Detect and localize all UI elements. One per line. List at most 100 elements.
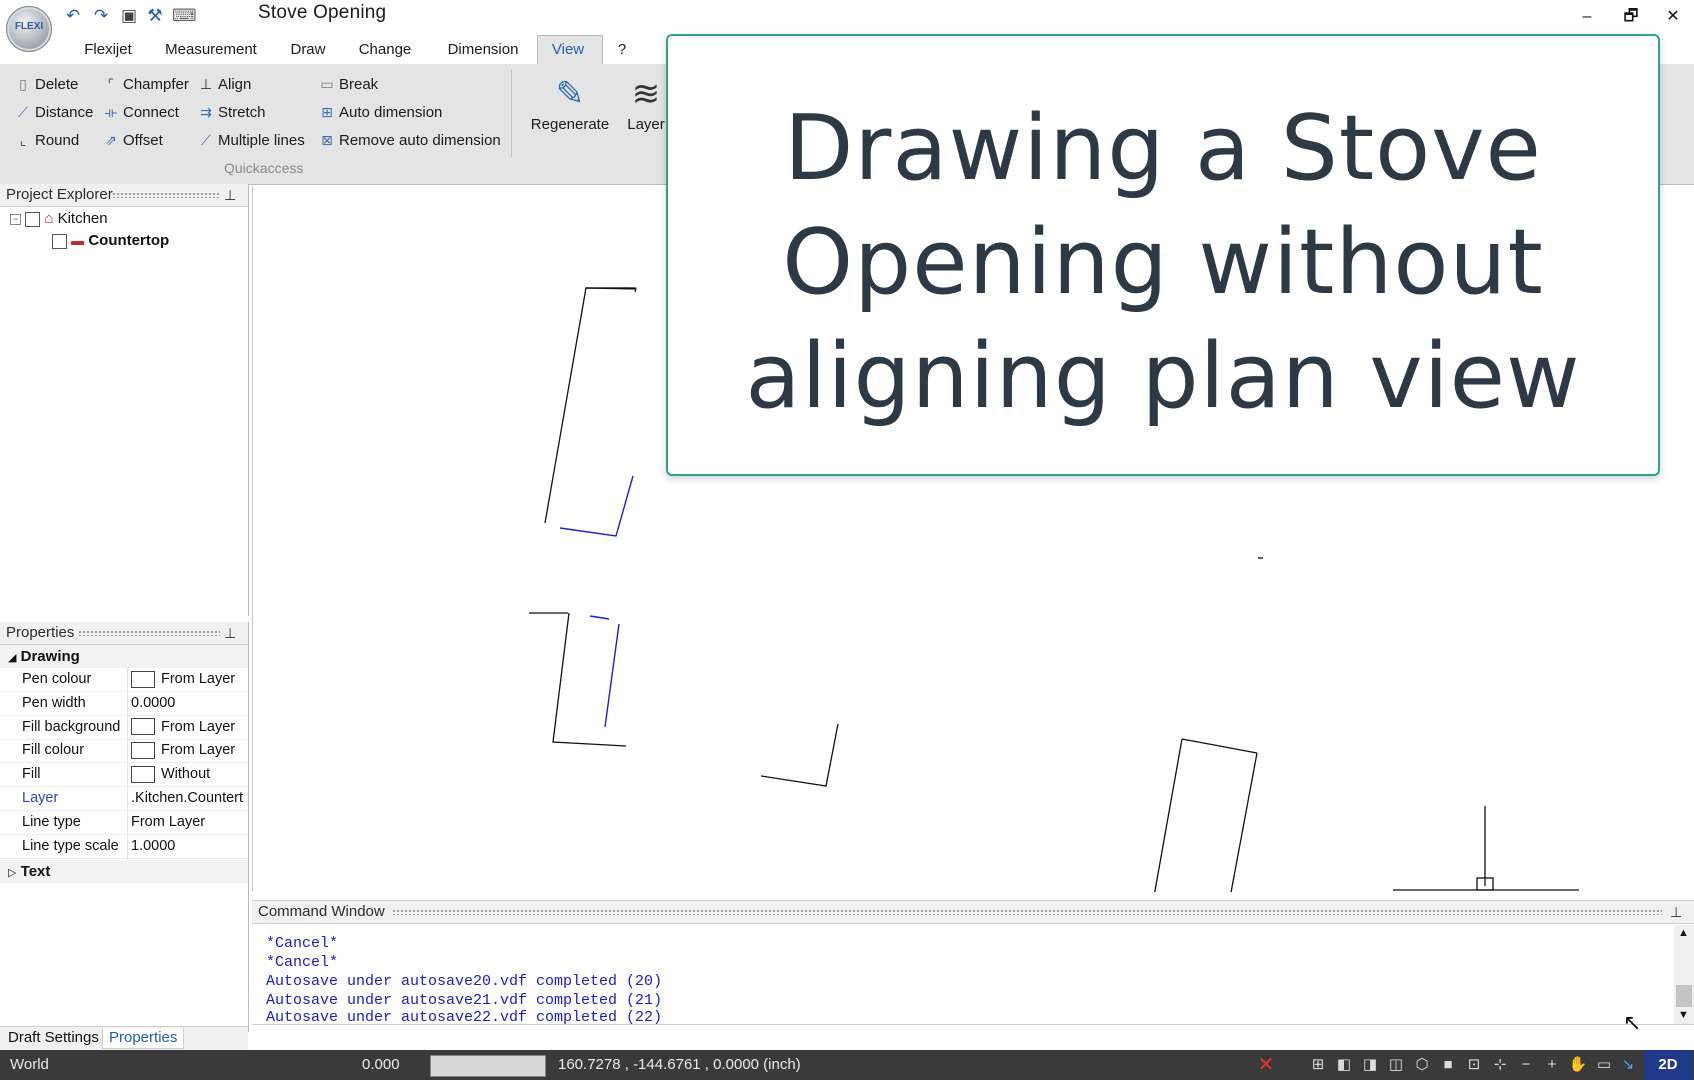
progress-field [430, 1055, 546, 1077]
mode-2d-button[interactable]: 2D [1644, 1050, 1692, 1080]
property-value[interactable]: From Layer [127, 668, 251, 691]
view-back-icon[interactable]: ◫ [1386, 1055, 1406, 1075]
house-icon: ⌂ [44, 210, 54, 227]
offset-button[interactable]: ⇗ Offset [102, 128, 163, 152]
auto-dimension-button[interactable]: ⊞ Auto dimension [318, 100, 442, 124]
zoom-window-icon[interactable]: ⊹ [1490, 1055, 1510, 1075]
pin-icon[interactable]: ⊥ [1670, 901, 1682, 923]
tab-draft-settings[interactable]: Draft Settings [2, 1028, 105, 1048]
tab-properties[interactable]: Properties [102, 1028, 185, 1049]
property-value[interactable]: From Layer [127, 715, 251, 739]
tab-flexijet[interactable]: Flexijet [82, 36, 134, 64]
delete-button[interactable]: ▯ Delete [14, 72, 78, 96]
close-button[interactable]: ✕ [1658, 6, 1688, 28]
color-swatch[interactable] [131, 742, 155, 760]
property-row[interactable]: Fill Without [0, 763, 251, 788]
panel-grip[interactable] [112, 192, 220, 198]
category-text[interactable]: ▷ Text [0, 860, 248, 883]
round-button[interactable]: ⌞ Round [14, 128, 79, 152]
logo-text: FLEXI [14, 21, 44, 32]
select-icon[interactable]: ↘ [1618, 1055, 1638, 1075]
coord-system: World [10, 1056, 49, 1073]
redo-icon[interactable]: ↷ [90, 6, 112, 26]
command-output-line: Autosave under autosave20.vdf completed … [266, 973, 663, 990]
multiple-lines-button[interactable]: ⟋ Multiple lines [197, 128, 305, 152]
pin-icon[interactable]: ⊥ [224, 184, 236, 206]
property-value[interactable]: 0.0000 [127, 691, 251, 715]
property-value[interactable]: From Layer [127, 739, 251, 763]
drawn-line [1215, 752, 1258, 974]
stretch-button[interactable]: ⇉ Stretch [197, 100, 265, 124]
property-value-text: From Layer [161, 671, 236, 687]
property-row[interactable]: Layer .Kitchen.Countert [0, 787, 248, 811]
tab-change[interactable]: Change [357, 36, 413, 64]
align-button[interactable]: ⊥ Align [197, 72, 251, 96]
pin-icon[interactable]: ⊥ [224, 622, 236, 644]
zoom-out-icon[interactable]: − [1516, 1055, 1536, 1075]
view-top-icon[interactable]: ⊞ [1308, 1055, 1328, 1075]
property-value[interactable]: .Kitchen.Countert [127, 787, 251, 810]
shade-icon[interactable]: ■ [1438, 1055, 1458, 1075]
minimize-button[interactable]: – [1572, 6, 1602, 28]
scroll-up-icon[interactable]: ▲ [1678, 927, 1689, 939]
color-swatch[interactable] [131, 670, 155, 688]
champfer-button[interactable]: ⌜ Champfer [102, 72, 189, 96]
property-value-text: 0.0000 [131, 694, 176, 711]
app-menu-button[interactable]: FLEXI [6, 6, 52, 52]
tree-checkbox[interactable] [25, 211, 41, 227]
tab-view[interactable]: View [546, 36, 590, 64]
command-input[interactable] [252, 1024, 1694, 1051]
gamepad-icon[interactable]: ⌨ [172, 6, 197, 26]
screen-icon[interactable]: ▭ [1594, 1055, 1614, 1075]
property-row[interactable]: Fill background From Layer [0, 715, 251, 740]
remove-auto-dimension-button[interactable]: ⊠ Remove auto dimension [318, 128, 501, 152]
pan-hand-icon[interactable]: ✋ [1568, 1055, 1588, 1075]
property-row[interactable]: Line type From Layer [0, 810, 251, 835]
view-iso-icon[interactable]: ⬡ [1412, 1055, 1432, 1075]
property-name: Line type scale f [22, 837, 122, 854]
tool-icon[interactable]: ⚒ [144, 6, 166, 26]
restore-button[interactable]: 🗗 [1616, 6, 1646, 28]
property-row[interactable]: Pen colour From Layer [0, 668, 248, 692]
property-row[interactable]: Line type scale f 1.0000 [0, 834, 251, 859]
property-value[interactable]: From Layer [127, 810, 251, 834]
layer-button[interactable]: ≋ Layer [622, 72, 670, 133]
tab-dimension[interactable]: Dimension [443, 36, 523, 64]
command-scrollbar[interactable]: ▲ ▼ [1674, 925, 1694, 1025]
view-front-icon[interactable]: ◧ [1334, 1055, 1354, 1075]
view-side-icon[interactable]: ◨ [1360, 1055, 1380, 1075]
tab-measurement[interactable]: Measurement [163, 36, 259, 64]
color-swatch[interactable] [131, 718, 155, 736]
collapse-icon[interactable]: − [10, 213, 21, 225]
panel-grip[interactable] [392, 909, 1662, 915]
break-button[interactable]: ▭ Break [318, 72, 378, 96]
command-output-line: *Cancel* [266, 954, 339, 971]
zoom-extents-icon[interactable]: ⊡ [1464, 1055, 1484, 1075]
selected-line [604, 623, 620, 728]
property-row[interactable]: Pen width 0.0000 [0, 691, 251, 716]
expanded-icon: ◢ [8, 652, 17, 664]
tree-item-kitchen[interactable]: − ⌂ Kitchen [10, 208, 108, 230]
tree-checkbox[interactable] [52, 233, 67, 249]
color-swatch[interactable] [131, 765, 155, 783]
property-value[interactable]: Without [127, 763, 251, 787]
undo-icon[interactable]: ↶ [62, 6, 84, 26]
cancel-icon[interactable]: ✕ [1256, 1055, 1276, 1075]
property-name: Layer [22, 790, 59, 806]
panel-grip[interactable] [78, 630, 220, 636]
tree-item-countertop[interactable]: ▬ Countertop [52, 230, 169, 252]
connect-button[interactable]: ⟛ Connect [102, 100, 179, 124]
property-value[interactable]: 1.0000 [127, 834, 251, 858]
save-icon[interactable]: ▣ [118, 6, 140, 26]
zoom-in-icon[interactable]: + [1542, 1055, 1562, 1075]
property-name: Pen width [22, 694, 86, 711]
scroll-down-icon[interactable]: ▼ [1678, 1009, 1689, 1021]
scroll-thumb[interactable] [1676, 985, 1692, 1007]
property-row[interactable]: Fill colour From Layer [0, 739, 251, 764]
regenerate-button[interactable]: ✎ Regenerate [530, 72, 610, 133]
tab-help[interactable]: ? [612, 36, 632, 64]
category-drawing[interactable]: ◢ Drawing [0, 645, 248, 668]
tab-draw[interactable]: Draw [288, 36, 328, 64]
distance-button[interactable]: ⟋ Distance [14, 100, 93, 124]
drawn-line [544, 287, 587, 524]
